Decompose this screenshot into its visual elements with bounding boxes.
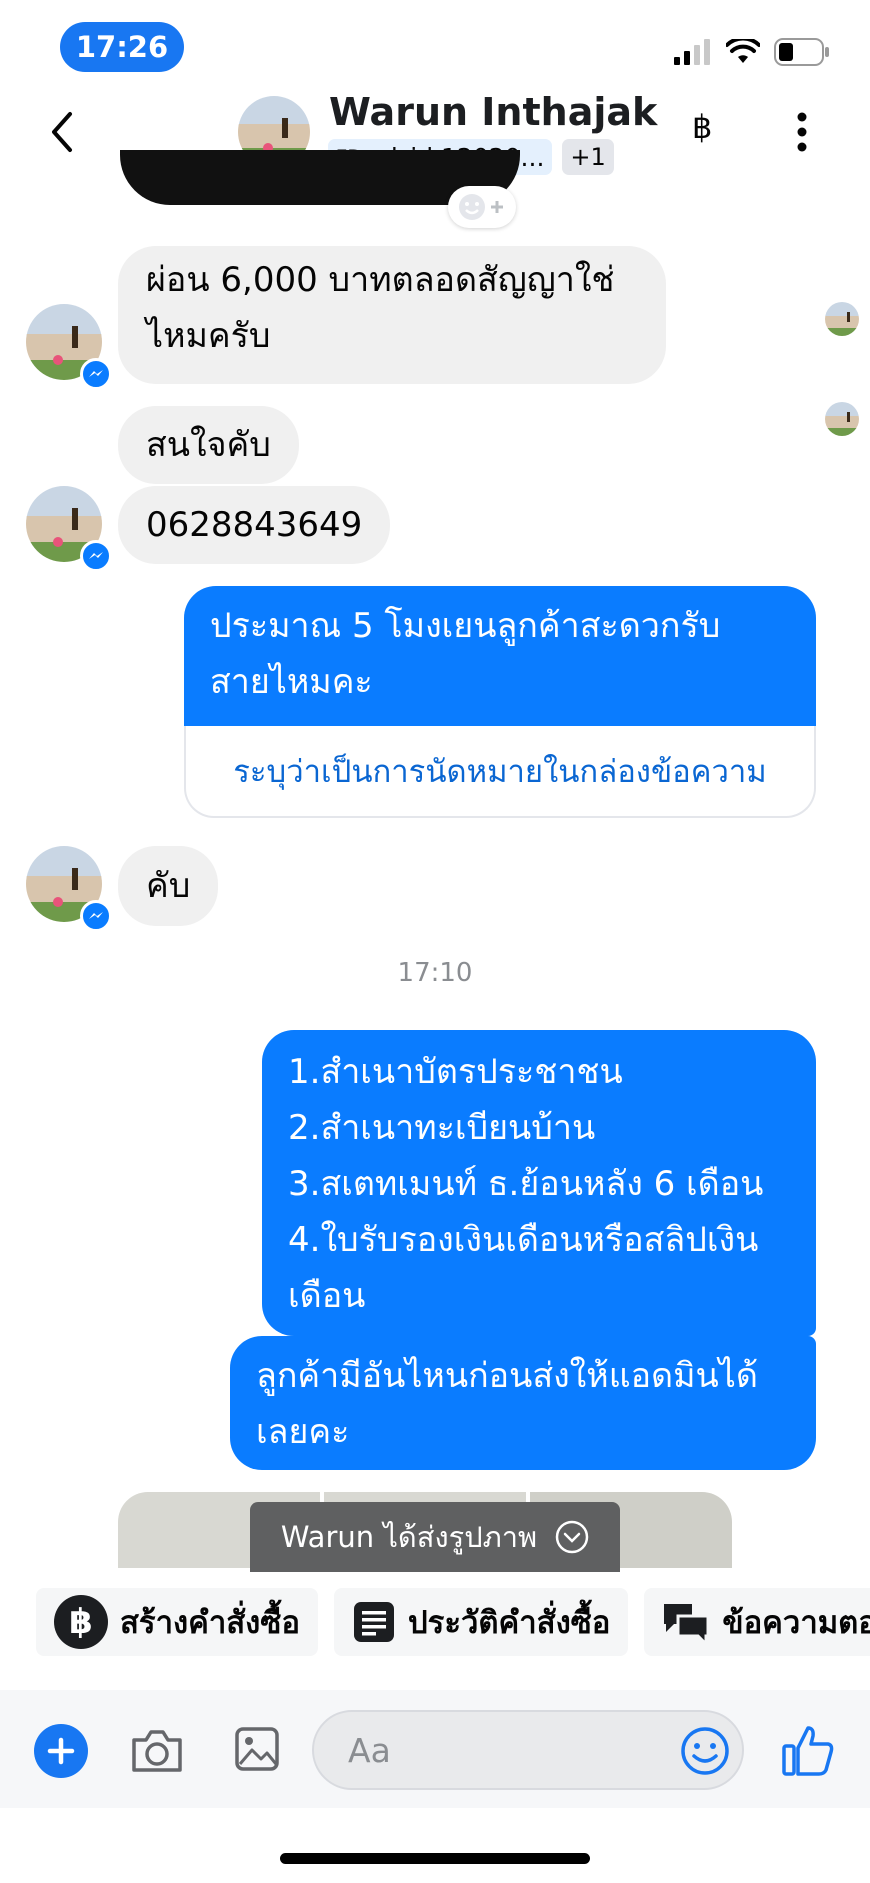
- contact-name[interactable]: Warun Inthajak: [329, 90, 657, 134]
- read-receipt-avatar: [825, 302, 859, 336]
- status-icons: [674, 38, 830, 66]
- appointment-suggestion-link[interactable]: ระบุว่าเป็นการนัดหมายในกล่องข้อความ: [184, 726, 816, 818]
- toast-label: Warun ได้ส่งรูปภาพ: [280, 1520, 538, 1554]
- message-incoming[interactable]: คับ: [118, 846, 219, 926]
- more-options-icon[interactable]: [795, 112, 809, 152]
- read-receipt-avatar: [825, 402, 859, 436]
- baht-icon[interactable]: ฿: [692, 108, 712, 146]
- message-incoming[interactable]: 0628843649: [118, 486, 391, 564]
- baht-icon: ฿: [54, 1595, 108, 1649]
- sender-avatar[interactable]: [26, 846, 112, 932]
- add-attachment-button[interactable]: [34, 1724, 88, 1778]
- status-time: 17:26: [60, 22, 184, 72]
- action-label: ข้อความตอ: [722, 1605, 870, 1641]
- action-label: สร้างคำสั่งซื้อ: [120, 1605, 300, 1641]
- messenger-badge-icon: [80, 540, 112, 572]
- message-timestamp: 17:10: [397, 958, 473, 988]
- back-icon[interactable]: [48, 110, 78, 154]
- signal-icon: [674, 39, 710, 65]
- chevron-down-circle-icon: [555, 1520, 589, 1554]
- new-photo-toast[interactable]: Warun ได้ส่งรูปภาพ: [250, 1502, 620, 1572]
- chat-bubbles-icon: [664, 1604, 710, 1644]
- input-placeholder: Aa: [348, 1730, 391, 1770]
- plus-icon: [47, 1737, 75, 1765]
- smiley-plus-icon: [459, 194, 503, 220]
- message-outgoing[interactable]: 1.สำเนาบัตรประชาชน 2.สำเนาทะเบียนบ้าน 3.…: [262, 1030, 816, 1336]
- message-outgoing[interactable]: ลูกค้ามีอันไหนก่อนส่งให้แอดมินได้ เลยคะ: [230, 1336, 816, 1470]
- action-label: ประวัติคำสั่งซื้อ: [407, 1605, 611, 1641]
- messenger-badge-icon: [80, 358, 112, 390]
- more-tags-chip[interactable]: +1: [562, 139, 614, 175]
- like-icon[interactable]: [780, 1722, 836, 1778]
- camera-icon[interactable]: [130, 1726, 184, 1774]
- order-history-button[interactable]: ประวัติคำสั่งซื้อ: [333, 1588, 629, 1656]
- saved-replies-button[interactable]: ข้อความตอ: [644, 1588, 870, 1656]
- messenger-badge-icon: [80, 900, 112, 932]
- add-reaction-button[interactable]: [448, 186, 516, 228]
- quick-actions: ฿ สร้างคำสั่งซื้อ ประวัติคำสั่งซื้อ ข้อค…: [36, 1588, 870, 1656]
- message-outgoing[interactable]: ประมาณ 5 โมงเยนลูกค้าสะดวกรับ สายไหมคะ: [184, 586, 816, 726]
- receipt-icon: [353, 1602, 394, 1642]
- message-incoming[interactable]: ผ่อน 6,000 บาทตลอดสัญญาใช่ ไหมครับ: [118, 246, 666, 384]
- home-indicator: [280, 1853, 590, 1864]
- sender-avatar[interactable]: [26, 304, 112, 390]
- create-order-button[interactable]: ฿ สร้างคำสั่งซื้อ: [36, 1588, 318, 1656]
- emoji-icon[interactable]: [680, 1726, 730, 1776]
- gallery-icon[interactable]: [234, 1726, 280, 1772]
- sender-avatar[interactable]: [26, 486, 112, 572]
- wifi-icon: [726, 39, 760, 63]
- message-incoming[interactable]: สนใจคับ: [118, 406, 299, 484]
- battery-icon: [774, 38, 829, 66]
